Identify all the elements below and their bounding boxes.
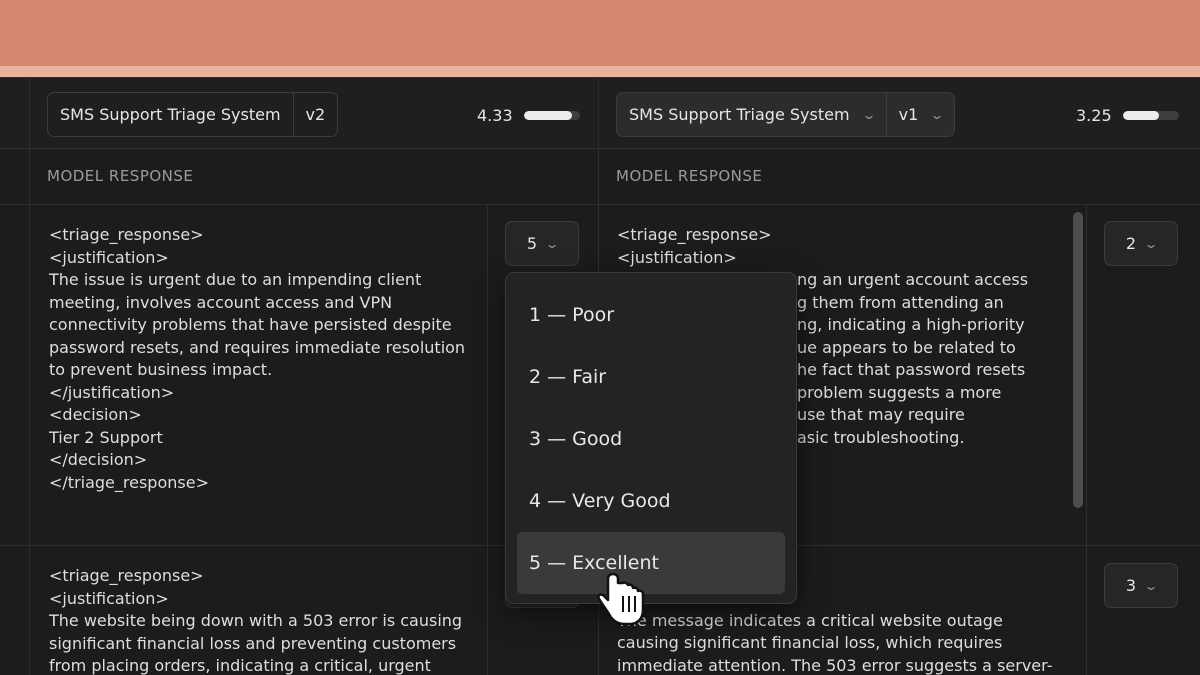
- rating-select[interactable]: 3 ⌄: [1104, 563, 1178, 608]
- version-label: v1: [898, 105, 919, 124]
- rating-select[interactable]: 2 ⌄: [1104, 221, 1178, 266]
- section-label: MODEL RESPONSE: [616, 167, 763, 185]
- rating-option-1[interactable]: 1 — Poor: [517, 284, 785, 346]
- model-response: <triage_response> <justification> The we…: [49, 566, 463, 675]
- rating-option-4[interactable]: 4 — Very Good: [517, 470, 785, 532]
- prompt-version-selector-right: SMS Support Triage System ⌄ v1 ⌄: [616, 92, 956, 137]
- rating-select[interactable]: 5 ⌄: [505, 221, 579, 266]
- rating-value: 2: [1125, 234, 1137, 253]
- prompt-name: SMS Support Triage System: [629, 105, 850, 124]
- divider: [0, 204, 1200, 205]
- chevron-down-icon: ⌄: [1143, 236, 1159, 251]
- top-band: [0, 0, 1200, 66]
- model-response-partial: The message indicates a critical website…: [617, 611, 1003, 630]
- scrollbar[interactable]: [1073, 212, 1083, 508]
- version-label: v2: [292, 93, 338, 136]
- rating-option-2[interactable]: 2 — Fair: [517, 346, 785, 408]
- rating-value: 3: [1125, 576, 1137, 595]
- rating-divider: [1086, 204, 1087, 675]
- model-response: <triage_response> <justification> The is…: [49, 225, 466, 492]
- rating-value: 5: [526, 234, 538, 253]
- column-divider: [29, 78, 30, 675]
- prompt-select[interactable]: SMS Support Triage System ⌄: [617, 93, 886, 136]
- rating-option-3[interactable]: 3 — Good: [517, 408, 785, 470]
- model-response: causing significant financial loss, whic…: [617, 633, 1053, 675]
- score-bar-fill: [1123, 111, 1160, 120]
- prompt-name: SMS Support Triage System: [60, 105, 281, 124]
- rating-dropdown-menu: 1 — Poor 2 — Fair 3 — Good 4 — Very Good…: [505, 272, 797, 604]
- chevron-down-icon: ⌄: [929, 107, 945, 122]
- model-response-head: <triage_response> <justification>: [617, 225, 772, 267]
- average-score: 3.25: [1076, 106, 1112, 125]
- prompt-version-selector-left: SMS Support Triage System v2: [47, 92, 339, 137]
- chevron-down-icon: ⌄: [1143, 578, 1159, 593]
- section-label: MODEL RESPONSE: [47, 167, 194, 185]
- rating-divider: [487, 204, 488, 675]
- average-score: 4.33: [477, 106, 513, 125]
- version-select[interactable]: v1 ⌄: [885, 93, 955, 136]
- chevron-down-icon: ⌄: [861, 107, 877, 122]
- chevron-down-icon: ⌄: [544, 236, 560, 251]
- score-bar: [1123, 111, 1179, 120]
- divider: [0, 148, 1200, 149]
- hand-pointer-icon: [597, 572, 645, 626]
- score-bar-fill: [524, 111, 573, 120]
- model-response-tail: ng an urgent account access g them from …: [797, 270, 1029, 447]
- score-bar: [524, 111, 580, 120]
